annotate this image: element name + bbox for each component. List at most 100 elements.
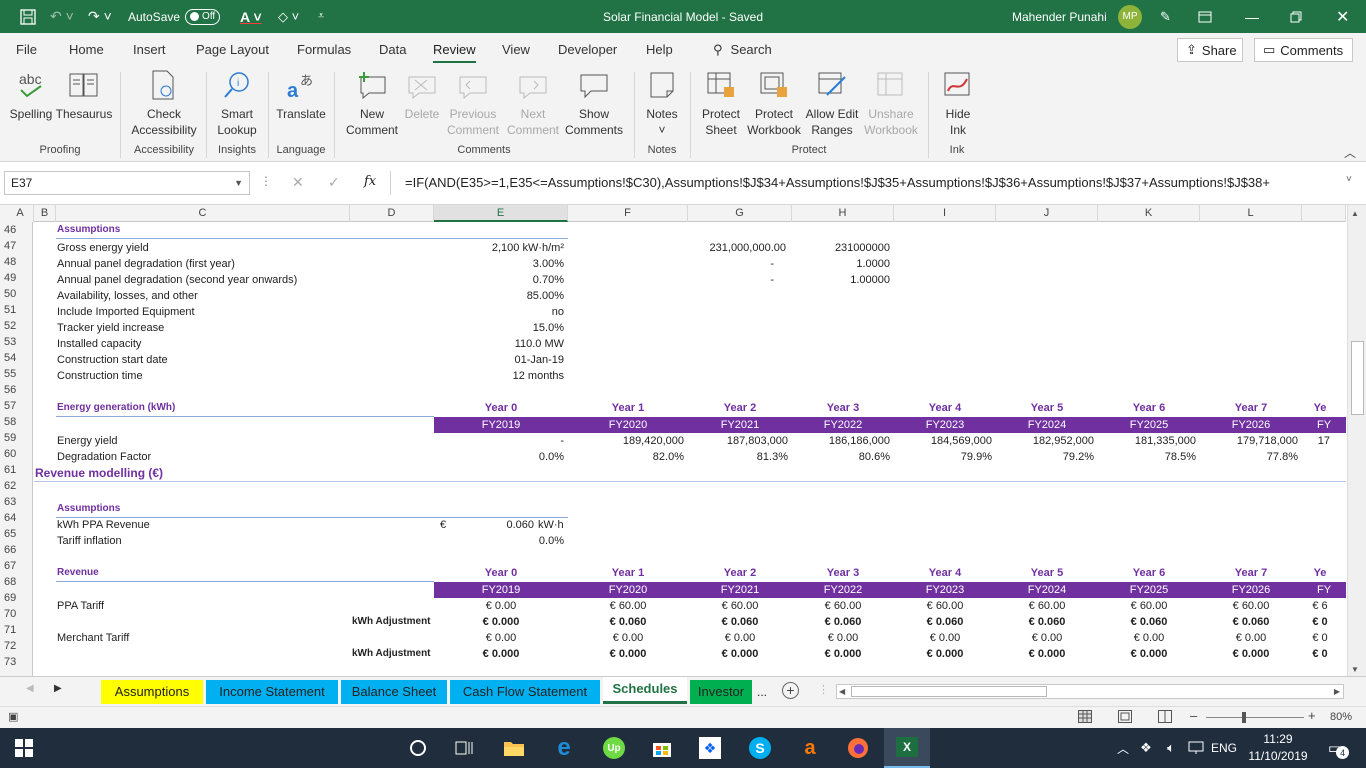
zoom-slider-thumb[interactable]: [1242, 712, 1246, 723]
ppa-adjustment-cell[interactable]: € 0.060: [1200, 614, 1302, 630]
column-header-h[interactable]: H: [792, 205, 894, 222]
sheet-tab-schedules[interactable]: Schedules: [603, 677, 687, 704]
merchant-tariff-cell[interactable]: € 0.00: [894, 630, 996, 646]
ppa-tariff-cell[interactable]: € 60.00: [568, 598, 688, 614]
tariff-inflation-value[interactable]: 0.0%: [434, 533, 564, 549]
horizontal-scrollbar[interactable]: ◀ ▶: [836, 684, 1344, 699]
energy-yield-cell[interactable]: 187,803,000: [688, 433, 788, 449]
more-tabs-button[interactable]: ...: [757, 685, 767, 699]
merchant-adjustment-cell[interactable]: € 0.000: [688, 646, 792, 662]
tab-page-layout[interactable]: Page Layout: [196, 33, 269, 66]
column-header-m[interactable]: [1302, 205, 1346, 222]
zoom-level[interactable]: 80%: [1330, 711, 1352, 723]
degradation-factor-cell[interactable]: 81.3%: [688, 449, 788, 465]
comments-button[interactable]: ▭ Comments: [1254, 38, 1353, 62]
sheet-tab-income-statement[interactable]: Income Statement: [206, 680, 338, 704]
network-icon[interactable]: [1186, 728, 1206, 768]
ppa-adjustment-cell[interactable]: € 0.060: [792, 614, 894, 630]
ppa-tariff-cell[interactable]: € 60.00: [792, 598, 894, 614]
volume-icon[interactable]: 🔈︎: [1160, 728, 1182, 768]
sheet-tab-balance-sheet[interactable]: Balance Sheet: [341, 680, 447, 704]
row-header[interactable]: 73: [0, 654, 33, 670]
macro-record-icon[interactable]: ▣: [8, 710, 18, 723]
allow-edit-ranges-button[interactable]: Allow Edit Ranges: [802, 68, 862, 138]
add-sheet-icon[interactable]: +: [782, 682, 799, 699]
row-header[interactable]: 48: [0, 254, 33, 270]
merchant-adjustment-cell[interactable]: € 0.000: [894, 646, 996, 662]
cell-h49[interactable]: 1.00000: [792, 272, 890, 288]
minimize-icon[interactable]: —: [1245, 0, 1259, 33]
row-header[interactable]: 57: [0, 398, 33, 414]
share-button[interactable]: ⇪ Share: [1177, 38, 1243, 62]
cell-g47[interactable]: 231,000,000.00: [688, 240, 786, 256]
installed-capacity-value[interactable]: 110.0 MW: [434, 336, 564, 352]
previous-comment-button[interactable]: Previous Comment: [444, 68, 502, 138]
merchant-tariff-cell[interactable]: € 0.00: [792, 630, 894, 646]
skype-icon[interactable]: S: [740, 728, 780, 768]
ppa-revenue-value[interactable]: 0.060: [474, 517, 534, 533]
formula-input[interactable]: =IF(AND(E35>=1,E35<=Assumptions!$C30),As…: [390, 171, 1362, 195]
tab-help[interactable]: Help: [646, 33, 673, 66]
ppa-adjustment-cell[interactable]: € 0.000: [434, 614, 568, 630]
energy-yield-cell[interactable]: 186,186,000: [792, 433, 890, 449]
ppa-adjustment-cell[interactable]: € 0.060: [568, 614, 688, 630]
row-header[interactable]: 52: [0, 318, 33, 334]
collapse-ribbon-icon[interactable]: ︿: [1344, 144, 1356, 161]
customize-qat-icon[interactable]: ⩡: [318, 0, 324, 33]
scroll-tabs-right-icon[interactable]: ▶: [54, 683, 62, 694]
expand-formula-icon[interactable]: ˅: [1346, 174, 1352, 185]
degradation-factor-cell[interactable]: 0.0%: [434, 449, 564, 465]
restore-icon[interactable]: [1290, 0, 1302, 33]
tab-formulas[interactable]: Formulas: [297, 33, 351, 66]
insert-function-icon[interactable]: fx: [364, 174, 376, 189]
excel-taskbar-icon[interactable]: X: [884, 728, 930, 768]
cell-h47[interactable]: 231000000: [792, 240, 890, 256]
dropbox-icon[interactable]: ❖: [690, 728, 730, 768]
hscroll-thumb[interactable]: [851, 686, 1047, 697]
ppa-tariff-cell[interactable]: € 60.00: [894, 598, 996, 614]
row-header[interactable]: 46: [0, 222, 33, 238]
vertical-scrollbar[interactable]: ▲ ▼: [1347, 205, 1366, 676]
sheet-tab-investor[interactable]: Investor: [690, 680, 752, 704]
unshare-workbook-button[interactable]: Unshare Workbook: [860, 68, 922, 138]
energy-yield-cell[interactable]: 17: [1302, 433, 1330, 449]
row-header[interactable]: 53: [0, 334, 33, 350]
font-color-icon[interactable]: A ˅: [240, 0, 262, 33]
tab-file[interactable]: File: [16, 33, 37, 66]
gross-energy-value[interactable]: 2,100 kW·h/m²: [434, 240, 564, 256]
row-header[interactable]: 51: [0, 302, 33, 318]
row-header[interactable]: 70: [0, 606, 33, 622]
merchant-tariff-cell[interactable]: € 0.00: [568, 630, 688, 646]
worksheet-grid[interactable]: Assumptions Gross energy yield 2,100 kW·…: [34, 222, 1346, 676]
file-explorer-icon[interactable]: [494, 728, 534, 768]
column-header-c[interactable]: C: [56, 205, 350, 222]
show-hidden-icons[interactable]: ︿: [1114, 728, 1132, 768]
row-header[interactable]: 66: [0, 542, 33, 558]
row-header[interactable]: 61: [0, 462, 33, 478]
tab-data[interactable]: Data: [379, 33, 406, 66]
merchant-tariff-cell[interactable]: € 0.00: [1200, 630, 1302, 646]
ppa-adjustment-cell[interactable]: € 0.060: [688, 614, 792, 630]
merchant-adjustment-cell[interactable]: € 0.000: [792, 646, 894, 662]
smart-lookup-button[interactable]: i Smart Lookup: [212, 68, 262, 138]
cancel-icon[interactable]: ✕: [292, 174, 304, 191]
undo-icon[interactable]: ↶ ˅: [50, 0, 74, 33]
energy-yield-cell[interactable]: 179,718,000: [1200, 433, 1298, 449]
fill-color-icon[interactable]: ◇ ˅: [278, 0, 299, 33]
tab-insert[interactable]: Insert: [133, 33, 166, 66]
degradation-factor-cell[interactable]: [1302, 449, 1330, 465]
autosave-toggle[interactable]: AutoSave Off: [128, 0, 221, 33]
save-icon[interactable]: [20, 0, 36, 33]
chevron-down-icon[interactable]: ▼: [234, 172, 243, 194]
tab-review[interactable]: Review: [433, 35, 476, 63]
sheet-tab-cash-flow-statement[interactable]: Cash Flow Statement: [450, 680, 600, 704]
construction-start-value[interactable]: 01-Jan-19: [434, 352, 564, 368]
cell-h48[interactable]: 1.0000: [792, 256, 890, 272]
protect-workbook-button[interactable]: Protect Workbook: [744, 68, 804, 138]
degradation-factor-cell[interactable]: 82.0%: [568, 449, 684, 465]
ppa-tariff-cell[interactable]: € 6: [1302, 598, 1338, 614]
hide-ink-button[interactable]: Hide Ink: [936, 68, 980, 138]
language-indicator[interactable]: ENG: [1208, 728, 1240, 768]
ppa-adjustment-cell[interactable]: € 0.060: [1098, 614, 1200, 630]
spelling-button[interactable]: abc Spelling: [8, 68, 54, 122]
